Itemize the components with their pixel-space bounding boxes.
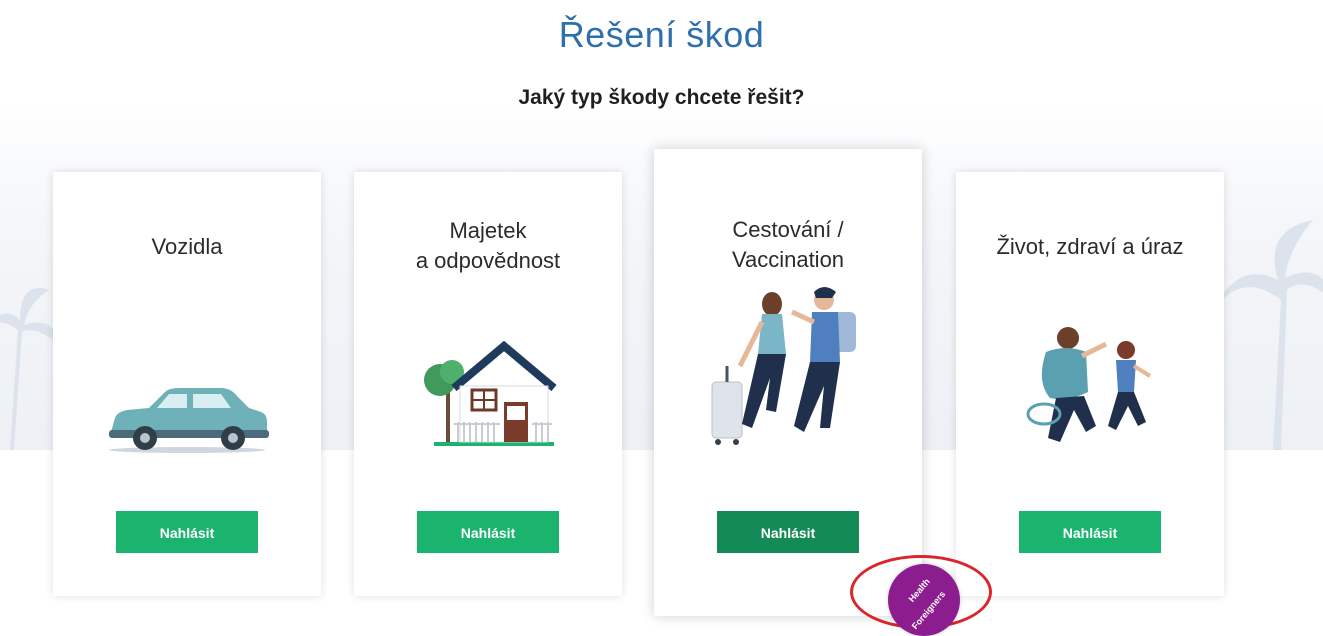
house-icon: [424, 340, 557, 446]
card-vehicles: Vozidla Nahlásit: [53, 172, 321, 596]
card-property-liability: Majetek a odpovědnost Nahlásit: [354, 172, 622, 596]
card-title: Cestování / Vaccination: [654, 215, 922, 275]
card-travel-vaccination: Cestování / Vaccination Nahlásit: [654, 149, 922, 616]
card-title-line2: a odpovědnost: [415, 248, 561, 273]
health-foreigners-badge[interactable]: Health Foreigners: [888, 564, 960, 636]
report-button[interactable]: Nahlásit: [116, 511, 258, 553]
card-life-health-injury: Život, zdraví a úraz Nahlásit: [956, 172, 1224, 596]
report-button[interactable]: Nahlásit: [417, 511, 559, 553]
card-title-line1: Cestování /: [732, 217, 844, 242]
page-title: Řešení škod: [558, 14, 765, 55]
family-icon: [1026, 327, 1152, 442]
card-title: Majetek a odpovědnost: [354, 216, 622, 276]
page-question: Jaký typ škody chcete řešit?: [518, 86, 805, 109]
card-title-line2: Vaccination: [731, 247, 845, 272]
card-title-line1: Majetek: [449, 218, 527, 243]
travelers-icon: [711, 287, 856, 445]
car-icon: [109, 388, 269, 453]
card-title: Život, zdraví a úraz: [996, 234, 1184, 259]
report-button[interactable]: Nahlásit: [1019, 511, 1161, 553]
palm-silhouette-left: [0, 288, 60, 450]
report-button[interactable]: Nahlásit: [717, 511, 859, 553]
card-title: Vozidla: [151, 234, 223, 259]
